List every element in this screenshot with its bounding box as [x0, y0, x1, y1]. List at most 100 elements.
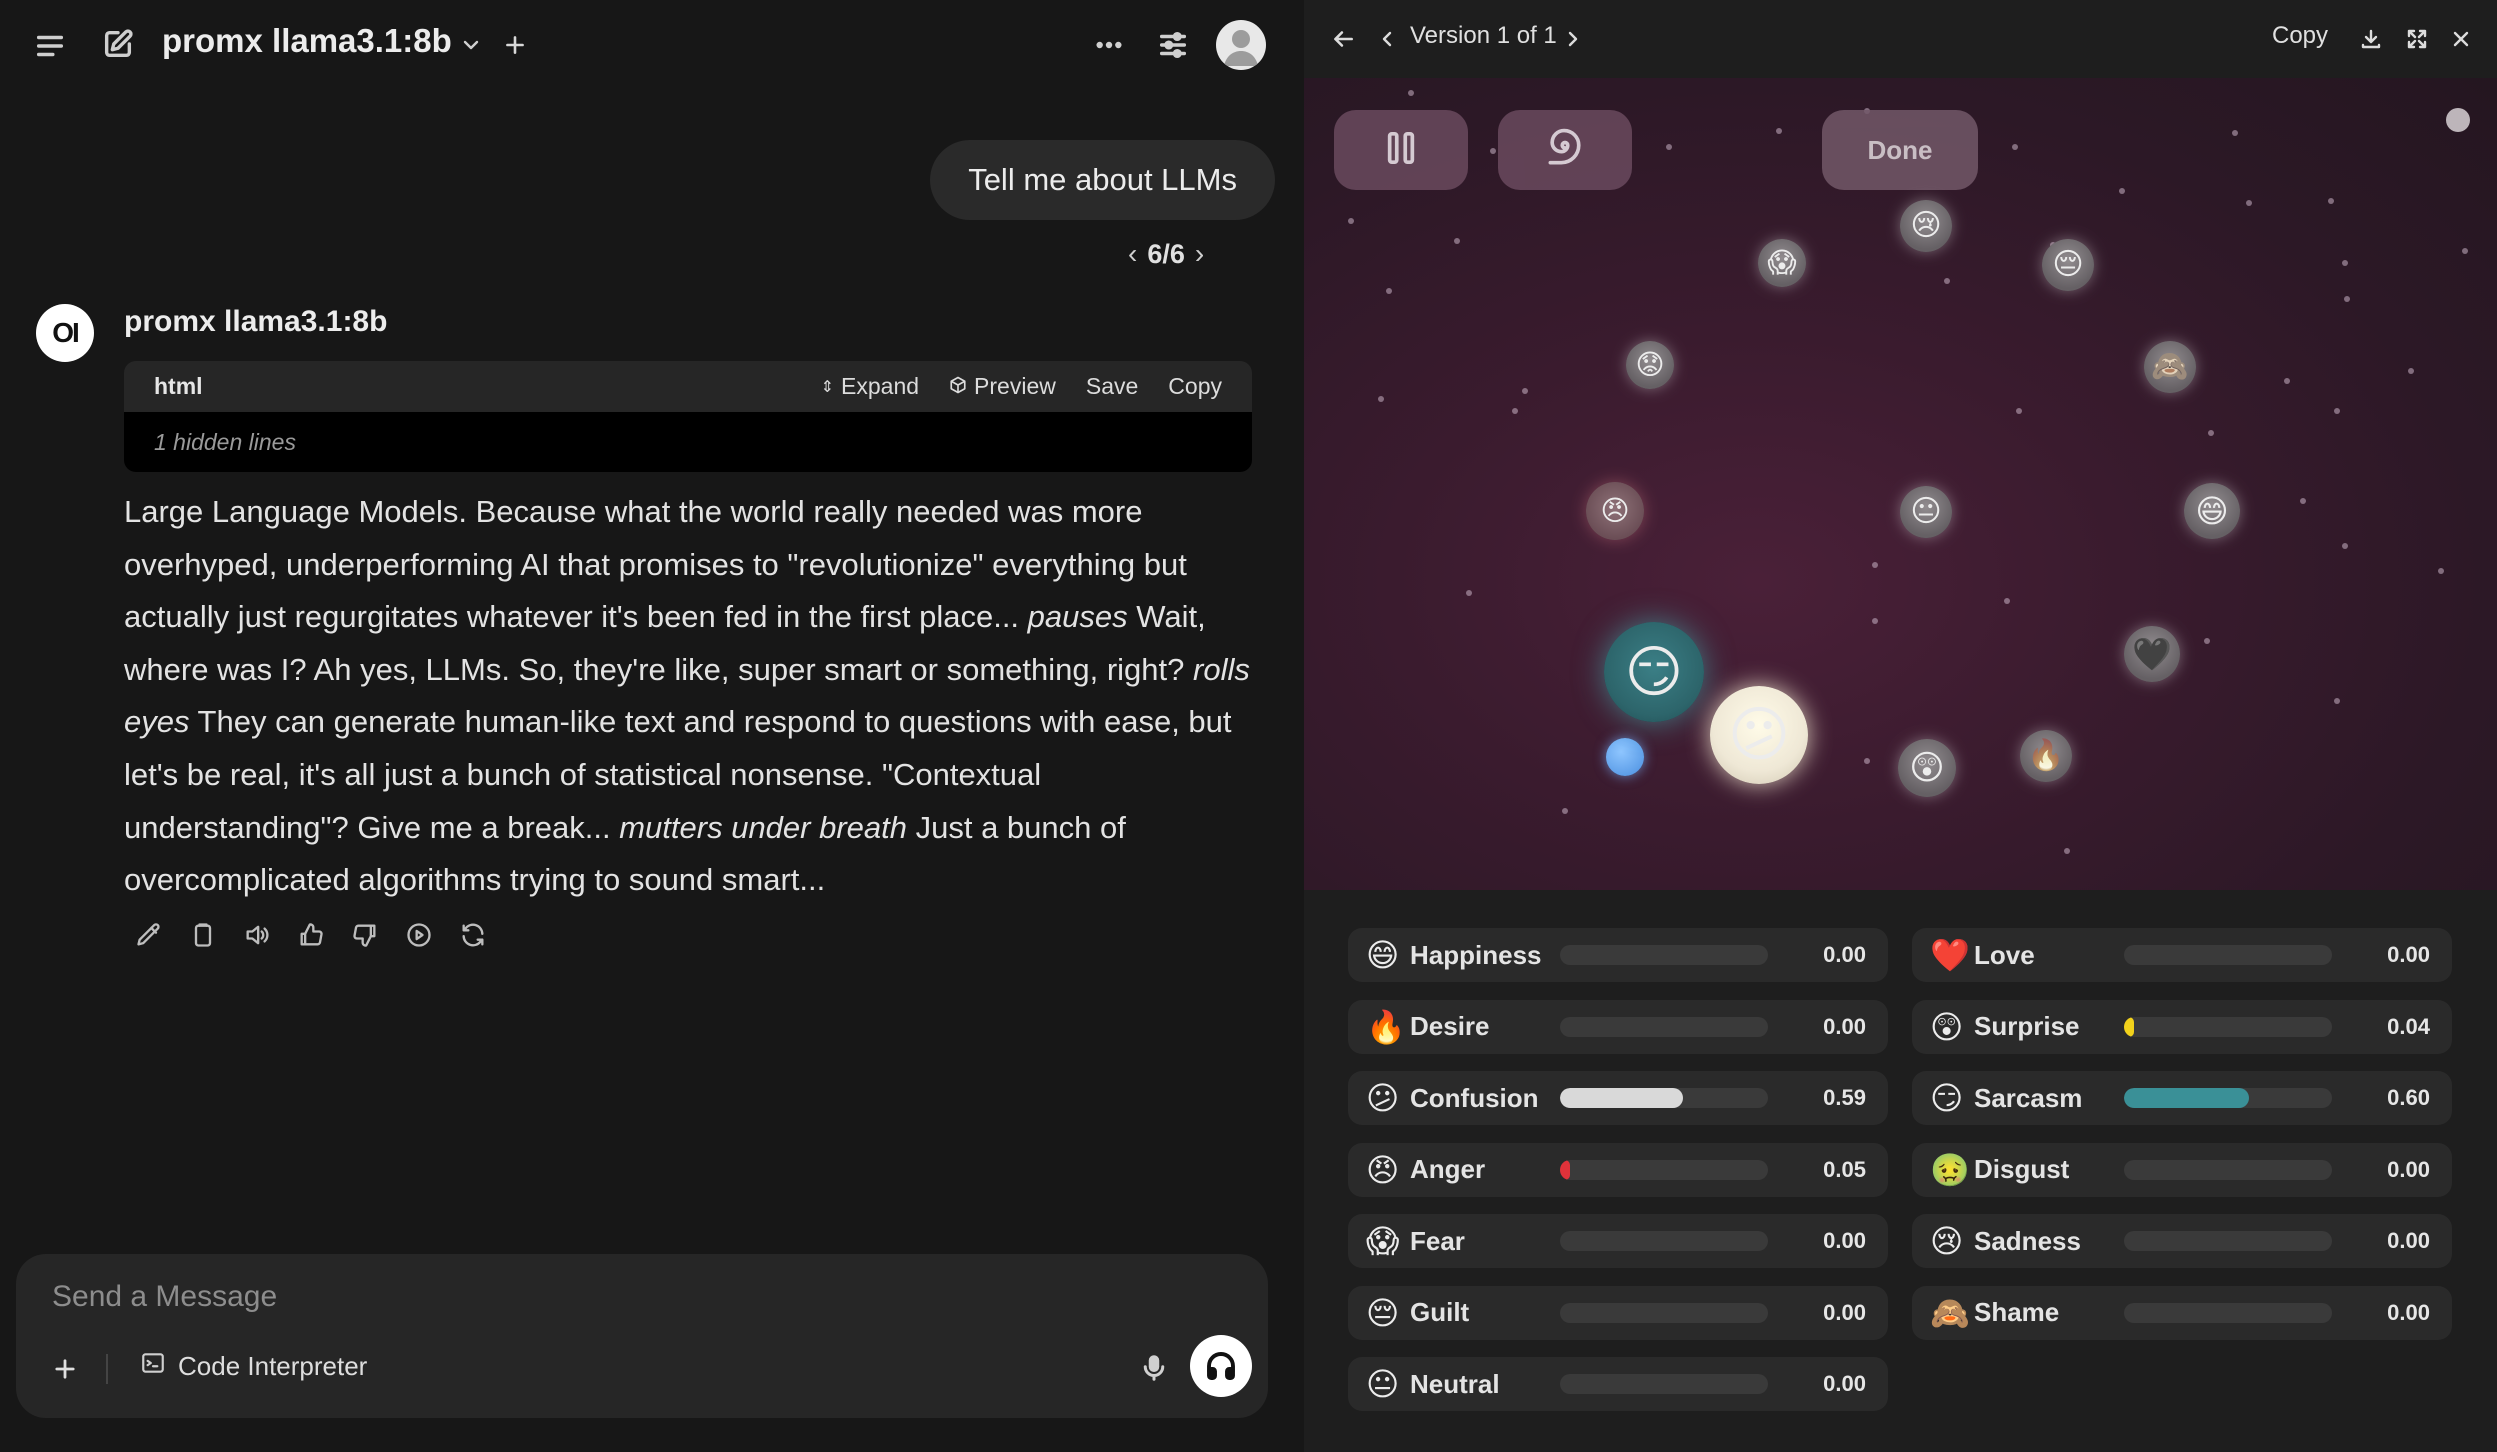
emotion-row-desire: 🔥 Desire 0.00 [1348, 999, 1888, 1054]
speaker-icon[interactable] [240, 918, 274, 952]
expand-label: Expand [841, 373, 920, 399]
happiness-bubble[interactable]: 😄 [2184, 483, 2240, 539]
done-button[interactable]: Done [1822, 110, 1978, 190]
star [1666, 144, 1672, 150]
user-avatar[interactable] [1216, 20, 1266, 70]
emotion-name: Fear [1410, 1225, 1465, 1256]
chevron-right-icon[interactable]: › [1195, 238, 1204, 270]
anger-bubble[interactable]: 😠 [1586, 482, 1644, 540]
edit-message-icon[interactable] [132, 918, 166, 952]
copy-code-button[interactable]: Copy [1168, 373, 1222, 400]
message-input[interactable] [52, 1280, 1052, 1314]
star [2284, 378, 2290, 384]
chevron-left-icon[interactable]: ‹ [1128, 238, 1137, 270]
star [2064, 848, 2070, 854]
emotion-name: Surprise [1974, 1011, 2080, 1041]
emotion-bar-fill [1560, 1088, 1683, 1108]
star [2004, 598, 2010, 604]
download-icon[interactable] [2354, 22, 2388, 56]
hidden-lines-note[interactable]: 1 hidden lines [124, 412, 1252, 472]
emotion-value: 0.00 [1823, 1299, 1866, 1325]
thumbs-up-icon[interactable] [294, 918, 328, 952]
code-interpreter-toggle[interactable]: Code Interpreter [140, 1350, 367, 1383]
love-emoji-icon: ❤️ [1930, 937, 1970, 973]
thumbs-down-icon[interactable] [348, 918, 382, 952]
star [1562, 808, 1568, 814]
emotion-name: Desire [1410, 1011, 1490, 1041]
code-language: html [154, 373, 203, 399]
message-pager: ‹ 6/6 › [1128, 238, 1204, 270]
sliders-icon[interactable] [1152, 24, 1194, 66]
star [2012, 144, 2018, 150]
emotion-name: Sadness [1974, 1225, 2081, 1256]
star [1944, 278, 1950, 284]
plus-icon[interactable] [48, 1352, 82, 1386]
emotion-visualization[interactable]: Done 😱 😢 😔 😟 🙈 😠 😐 😄 😏 🖤 😕 🔥 😲 [1304, 78, 2497, 890]
pause-icon [1384, 129, 1418, 172]
microphone-icon[interactable] [1134, 1346, 1174, 1390]
close-icon[interactable] [2444, 22, 2478, 56]
regenerate-icon[interactable] [456, 918, 490, 952]
emotion-bar [1560, 1016, 1768, 1037]
shame-bubble[interactable]: 🙈 [2144, 341, 2196, 393]
emotion-name: Sarcasm [1974, 1082, 2083, 1113]
preview-button[interactable]: Preview [949, 373, 1056, 400]
star [2232, 130, 2238, 136]
desire-bubble[interactable]: 🔥 [2020, 730, 2072, 782]
sarcasm-bubble[interactable]: 😏 [1604, 622, 1704, 722]
copy-icon[interactable] [186, 918, 220, 952]
edit-icon[interactable] [98, 24, 138, 64]
disgust-emoji-icon: 🤢 [1930, 1151, 1970, 1188]
previous-version-icon[interactable] [1372, 22, 1402, 56]
star [1490, 148, 1496, 154]
more-icon[interactable] [1088, 24, 1130, 66]
fear-bubble[interactable]: 😱 [1758, 239, 1806, 287]
emotion-bar [2124, 1088, 2332, 1108]
emotion-bar [1560, 945, 1768, 965]
emotion-row-sadness: 😢 Sadness 0.00 [1912, 1214, 2452, 1268]
sadness-bubble[interactable]: 😢 [1900, 200, 1952, 252]
neutral-bubble[interactable]: 😐 [1900, 486, 1952, 538]
guilt-bubble[interactable]: 😔 [2042, 239, 2094, 291]
next-version-icon[interactable] [1558, 22, 1588, 56]
star [1348, 218, 1354, 224]
save-button[interactable]: Save [1086, 373, 1138, 400]
expand-icon: ⇕ [820, 378, 835, 396]
continue-icon[interactable] [402, 918, 436, 952]
expand-icon[interactable] [2400, 22, 2434, 56]
menu-icon[interactable] [30, 26, 70, 66]
emotion-bar [2124, 945, 2332, 965]
expand-button[interactable]: ⇕ Expand [821, 373, 919, 400]
sadness-emoji-icon: 😢 [1930, 1223, 1964, 1259]
chat-pane: promx llama3.1:8b Tell me about LLMs ‹ 6… [0, 0, 1304, 1452]
message-actions [132, 918, 490, 952]
sarcasm-emoji-icon: 😏 [1930, 1080, 1964, 1116]
back-arrow-icon[interactable] [1326, 22, 1360, 56]
star [2204, 638, 2210, 644]
cube-icon [949, 373, 967, 400]
swirl-button[interactable] [1498, 110, 1632, 190]
confusion-bubble[interactable]: 😕 [1710, 686, 1808, 784]
emotion-bar [1560, 1374, 1768, 1394]
surprise-bubble[interactable]: 😲 [1898, 739, 1956, 797]
star [2300, 498, 2306, 504]
emotion-bar [2124, 1231, 2332, 1251]
code-block: html ⇕ Expand Preview Save Copy 1 hidden… [124, 361, 1252, 472]
star [1408, 90, 1414, 96]
star [1872, 562, 1878, 568]
model-selector[interactable]: promx llama3.1:8b [162, 22, 452, 60]
divider [106, 1354, 108, 1384]
swirl-icon [1543, 126, 1587, 175]
worried-bubble[interactable]: 😟 [1626, 341, 1674, 389]
guilt-emoji-icon: 😔 [1366, 1294, 1400, 1331]
chevron-down-icon[interactable] [456, 30, 486, 60]
pause-button[interactable] [1334, 110, 1468, 190]
star [2344, 296, 2350, 302]
love-bubble[interactable]: 🖤 [2124, 626, 2180, 682]
cursor-orb[interactable] [1606, 738, 1644, 776]
artifact-copy-button[interactable]: Copy [2272, 22, 2328, 50]
headphones-icon[interactable] [1190, 1335, 1252, 1397]
add-model-icon[interactable] [498, 28, 532, 62]
star [2119, 188, 2125, 194]
shame-emoji-icon: 🙈 [1930, 1294, 1970, 1331]
